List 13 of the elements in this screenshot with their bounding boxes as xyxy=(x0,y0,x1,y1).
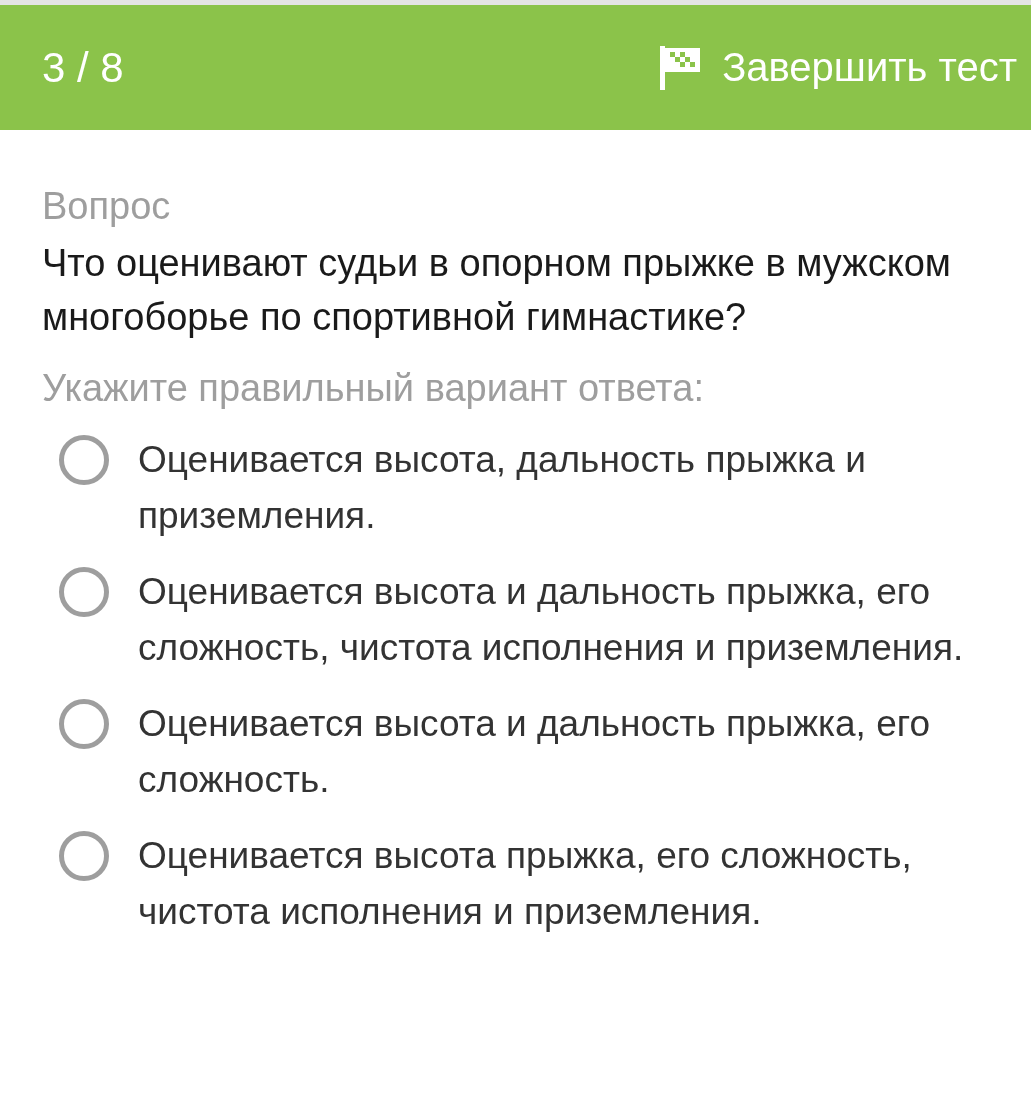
radio-button[interactable] xyxy=(59,699,109,749)
question-text: Что оценивают судьи в опорном прыжке в мужском многоборье по спортивной гимнастике? xyxy=(42,241,952,340)
radio-button[interactable] xyxy=(59,831,109,881)
question-label: Вопрос xyxy=(42,186,172,226)
radio-button[interactable] xyxy=(59,567,109,617)
checkered-flag-icon xyxy=(660,45,701,90)
radio-button[interactable] xyxy=(59,435,109,485)
answer-option[interactable]: Оценивается высота и дальность прыжка, его сложность, чистота исполнения и приземления. xyxy=(138,564,1023,676)
question-counter: 3 / 8 xyxy=(42,43,124,92)
answer-option[interactable]: Оценивается высота прыжка, его сложность, чистота исполнения и приземления. xyxy=(138,828,1023,940)
instruction-text: Укажите правильный вариант ответа: xyxy=(42,368,705,408)
answer-option[interactable]: Оценивается высота и дальность прыжка, его сложность. xyxy=(138,696,1023,808)
answer-option[interactable]: Оценивается высота, дальность прыжка и приземления. xyxy=(138,432,1023,544)
